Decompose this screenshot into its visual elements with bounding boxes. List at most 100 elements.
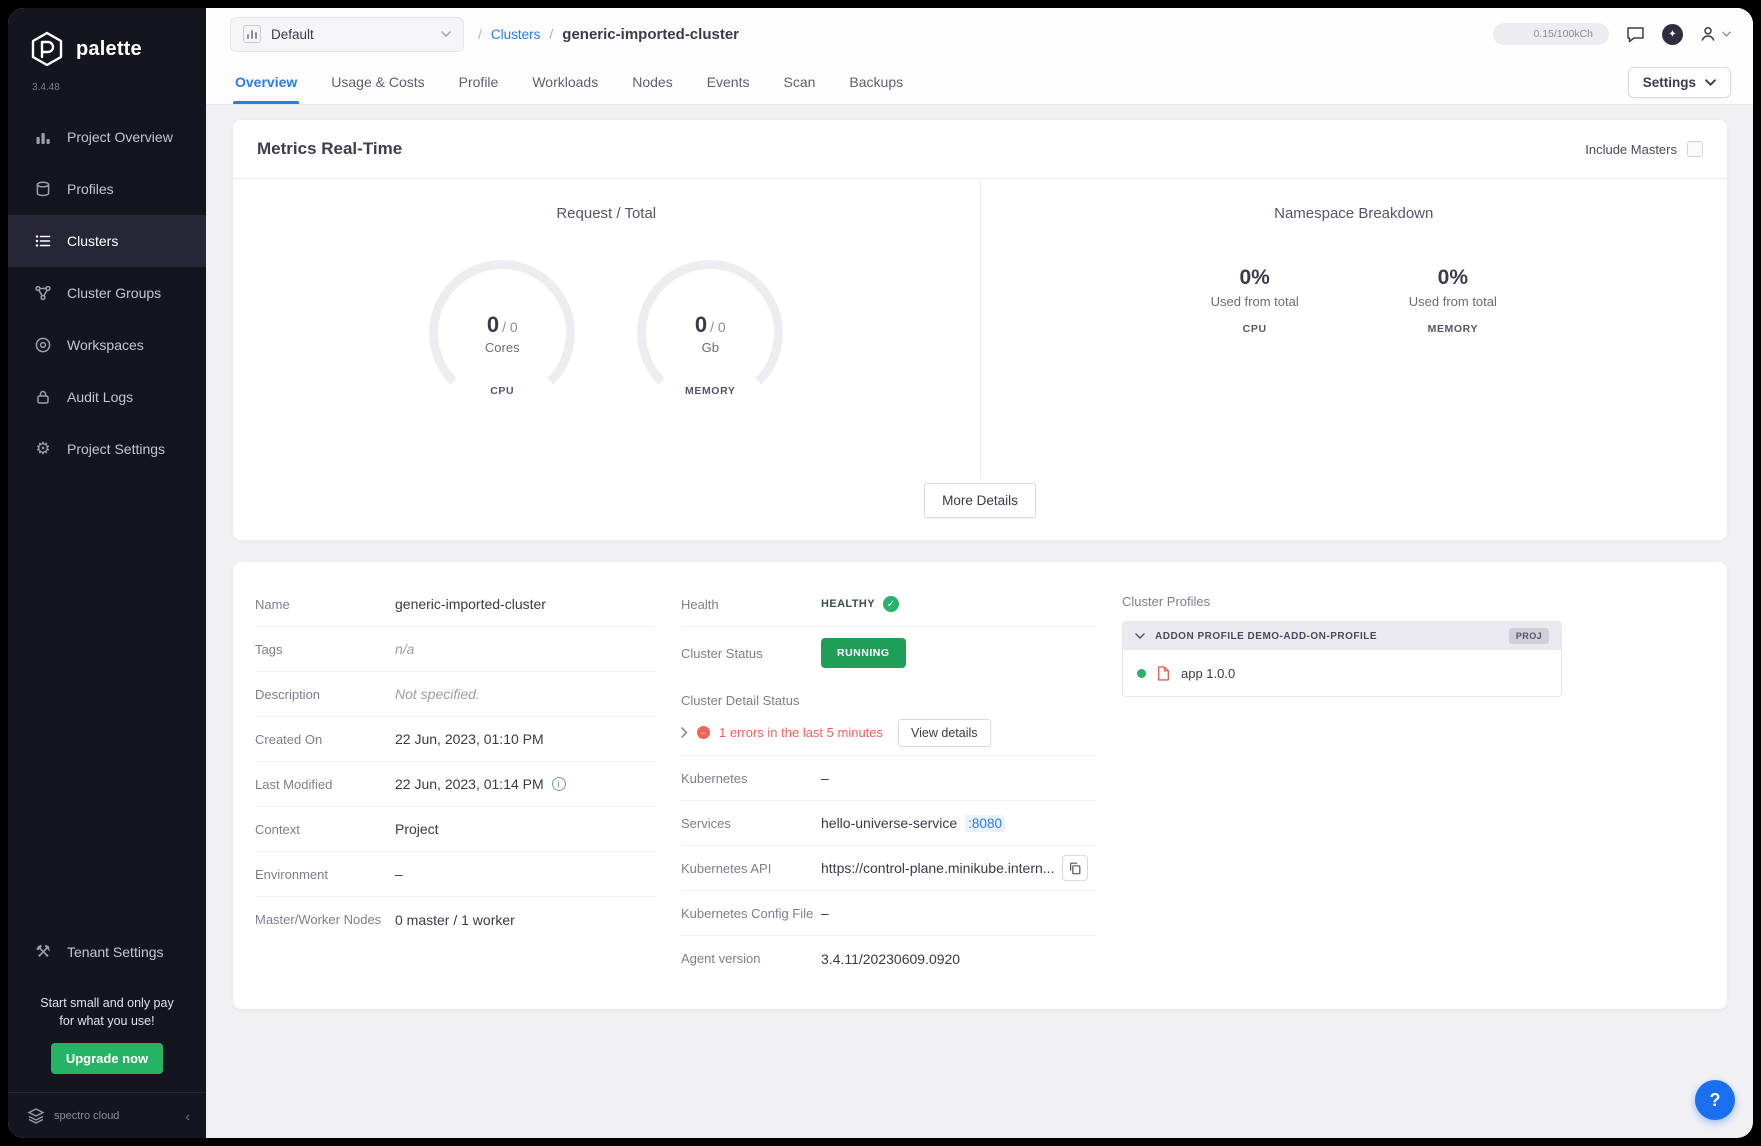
brand-name: palette [76, 38, 142, 61]
api-value: https://control-plane.minikube.intern... [821, 855, 1088, 881]
memory-percent: 0% [1409, 266, 1497, 290]
more-details-button[interactable]: More Details [924, 483, 1036, 518]
row-value: generic-imported-cluster [395, 596, 546, 612]
cluster-detail-status-label: Cluster Detail Status [681, 693, 1096, 708]
profiles-icon [33, 179, 53, 199]
include-masters-control: Include Masters [1585, 141, 1703, 157]
chat-icon[interactable] [1625, 25, 1646, 44]
row-label: Cluster Status [681, 646, 821, 661]
addon-profile-header[interactable]: ADDON PROFILE DEMO-ADD-ON-PROFILE PROJ [1123, 622, 1561, 650]
manifest-file-icon [1157, 666, 1170, 681]
chevron-down-icon [441, 31, 451, 37]
info-row-created-on: Created On 22 Jun, 2023, 01:10 PM [255, 717, 655, 762]
service-port-link[interactable]: :8080 [965, 815, 1005, 832]
spectro-cloud-logo-icon [26, 1107, 46, 1125]
error-text: 1 errors in the last 5 minutes [719, 725, 883, 740]
main-area: Default / Clusters / generic-imported-cl… [206, 8, 1753, 1138]
memory-gauge: 0/ 0 Gb MEMORY [637, 260, 783, 406]
tab-workloads[interactable]: Workloads [530, 60, 600, 104]
row-label: Tags [255, 642, 395, 657]
metrics-title: Metrics Real-Time [257, 139, 402, 159]
sidebar-item-cluster-groups[interactable]: Cluster Groups [8, 267, 206, 319]
cpu-gauge-unit: Cores [485, 340, 520, 355]
upgrade-now-button[interactable]: Upgrade now [51, 1043, 163, 1074]
tab-overview[interactable]: Overview [233, 60, 299, 104]
sidebar-item-label: Project Overview [67, 129, 173, 145]
row-label: Context [255, 822, 395, 837]
spectro-cloud-label: spectro cloud [54, 1110, 177, 1122]
info-row-name: Name generic-imported-cluster [255, 582, 655, 627]
profile-pack-item[interactable]: app 1.0.0 [1123, 650, 1561, 696]
kubernetes-api-row: Kubernetes API https://control-plane.min… [681, 846, 1096, 891]
tab-scan[interactable]: Scan [782, 60, 818, 104]
kubernetes-row: Kubernetes – [681, 756, 1096, 801]
sidebar-collapse-button[interactable]: ‹ [185, 1108, 190, 1124]
breadcrumb-clusters-link[interactable]: Clusters [491, 27, 541, 42]
chevron-down-icon [1135, 633, 1145, 639]
namespace-breakdown-title: Namespace Breakdown [1001, 205, 1708, 222]
cpu-gauge: 0/ 0 Cores CPU [429, 260, 575, 406]
project-selector-value: Default [271, 27, 431, 42]
cluster-info-column: Name generic-imported-cluster Tags n/a D… [255, 582, 655, 981]
whats-new-icon[interactable]: ✦ [1662, 24, 1683, 45]
gear-icon: ⚙ [33, 439, 53, 459]
info-icon[interactable]: i [552, 777, 566, 791]
sidebar-item-tenant-settings[interactable]: ⚒ Tenant Settings [8, 926, 206, 978]
sidebar-item-label: Clusters [67, 233, 118, 249]
view-details-button[interactable]: View details [898, 719, 990, 747]
row-label: Kubernetes API [681, 861, 821, 876]
sidebar-item-label: Audit Logs [67, 389, 133, 405]
namespace-stats: 0% Used from total CPU 0% Used from tota… [1001, 266, 1708, 335]
sidebar-item-project-settings[interactable]: ⚙ Project Settings [8, 423, 206, 475]
help-button[interactable]: ? [1695, 1080, 1735, 1120]
info-row-tags: Tags n/a [255, 627, 655, 672]
tab-backups[interactable]: Backups [847, 60, 905, 104]
project-selector[interactable]: Default [230, 17, 464, 52]
health-value: HEALTHY ✓ [821, 596, 899, 612]
cluster-profiles-column: Cluster Profiles ADDON PROFILE DEMO-ADD-… [1122, 582, 1703, 981]
version-label: 3.4.48 [8, 74, 206, 111]
memory-percent-caption: Used from total [1409, 294, 1497, 309]
error-summary-row: − 1 errors in the last 5 minutes View de… [681, 710, 1096, 756]
cpu-percent: 0% [1211, 266, 1299, 290]
request-total-panel: Request / Total 0/ 0 Cores CPU 0/ 0 Gb M… [233, 179, 981, 479]
sidebar-item-clusters[interactable]: Clusters [8, 215, 206, 267]
sidebar-item-project-overview[interactable]: Project Overview [8, 111, 206, 163]
tab-nodes[interactable]: Nodes [630, 60, 674, 104]
cluster-status-row: Cluster Status RUNNING [681, 627, 1096, 679]
info-row-master-worker: Master/Worker Nodes 0 master / 1 worker [255, 897, 655, 942]
user-menu-button[interactable] [1699, 25, 1731, 43]
copy-icon[interactable] [1062, 855, 1088, 881]
include-masters-checkbox[interactable] [1687, 141, 1703, 157]
proj-scope-badge: PROJ [1509, 628, 1549, 644]
namespace-cpu-stat: 0% Used from total CPU [1211, 266, 1299, 335]
tab-events[interactable]: Events [705, 60, 752, 104]
addon-profile-box: ADDON PROFILE DEMO-ADD-ON-PROFILE PROJ a… [1122, 621, 1562, 697]
sidebar-item-profiles[interactable]: Profiles [8, 163, 206, 215]
check-icon: ✓ [883, 596, 899, 612]
palette-logo-icon [28, 30, 66, 68]
tab-profile[interactable]: Profile [457, 60, 501, 104]
chevron-right-icon[interactable] [681, 727, 688, 738]
error-icon: − [697, 726, 710, 739]
metrics-header: Metrics Real-Time Include Masters [233, 120, 1727, 179]
settings-button-label: Settings [1643, 75, 1696, 90]
cpu-stat-label: CPU [1211, 323, 1299, 335]
service-name: hello-universe-service [821, 815, 957, 831]
usage-quota-pill: 0.15/100kCh [1493, 23, 1609, 45]
user-icon [1699, 25, 1717, 43]
cluster-settings-button[interactable]: Settings [1628, 67, 1731, 98]
chevron-down-icon [1705, 79, 1716, 86]
tabs: Overview Usage & Costs Profile Workloads… [233, 60, 905, 104]
row-value: Project [395, 821, 439, 837]
clusters-icon [33, 231, 53, 251]
sidebar-item-audit-logs[interactable]: Audit Logs [8, 371, 206, 423]
sidebar-item-workspaces[interactable]: Workspaces [8, 319, 206, 371]
metrics-realtime-card: Metrics Real-Time Include Masters Reques… [233, 120, 1727, 540]
tab-usage-costs[interactable]: Usage & Costs [329, 60, 426, 104]
memory-gauge-value: 0 [695, 312, 707, 337]
row-label: Kubernetes [681, 771, 821, 786]
cluster-profiles-title: Cluster Profiles [1122, 582, 1703, 621]
row-value: – [821, 770, 829, 786]
memory-gauge-caption: MEMORY [646, 385, 774, 397]
